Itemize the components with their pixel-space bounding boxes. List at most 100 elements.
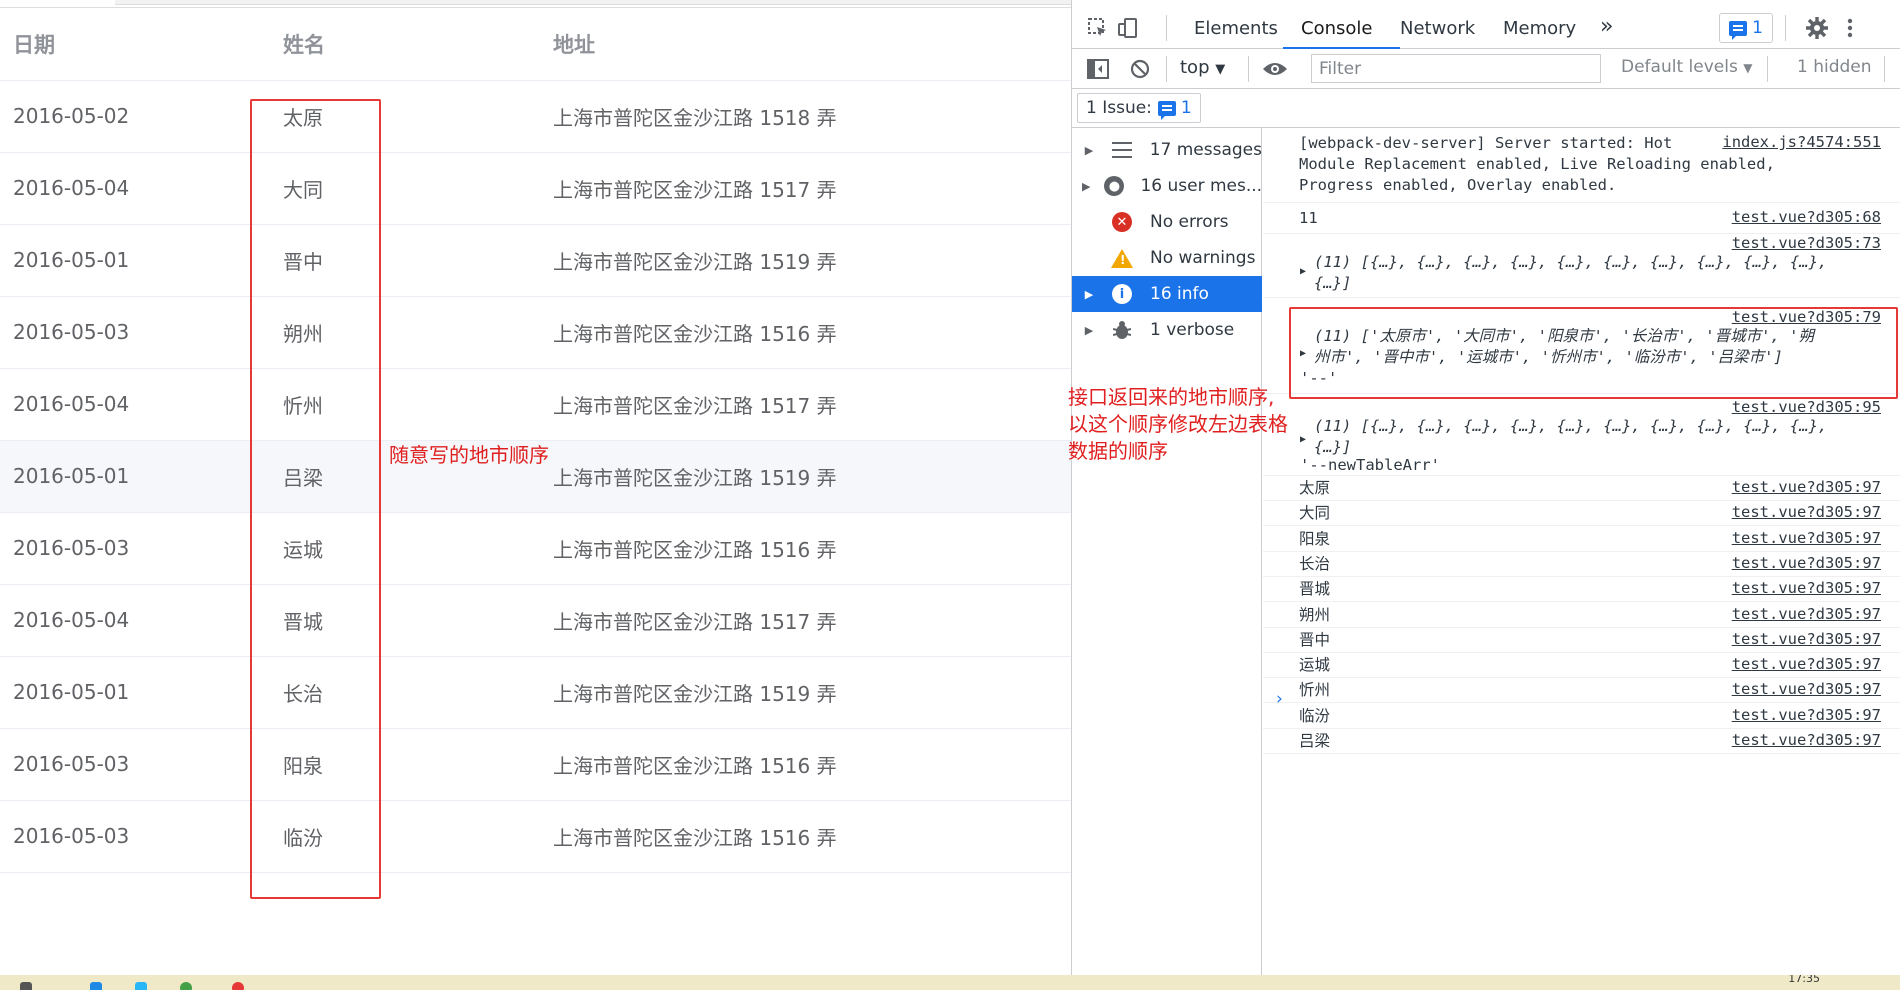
sidebar-item-label: 16 user mes...	[1140, 176, 1263, 196]
inspect-element-icon[interactable]	[1086, 16, 1110, 40]
toolbar-divider	[1166, 15, 1167, 41]
table-pane: 日期 姓名 地址 2016-05-02 太原 上海市普陀区金沙江路 1518 弄 2…	[0, 0, 1071, 975]
console-message: [webpack-dev-server] Server started: Hot…	[1263, 128, 1900, 203]
cell-address: 上海市普陀区金沙江路 1519 弄	[553, 224, 1071, 297]
source-link[interactable]: test.vue?d305:97	[1732, 630, 1881, 648]
console-sidebar: ▶ 17 messages ▶ ● 16 user mes... ✕ No er…	[1072, 128, 1262, 975]
clear-console-icon[interactable]	[1128, 57, 1152, 81]
settings-gear-icon[interactable]	[1804, 15, 1830, 41]
source-link[interactable]: test.vue?d305:95	[1732, 398, 1881, 416]
table-row[interactable]: 2016-05-01 晋中 上海市普陀区金沙江路 1519 弄	[0, 224, 1071, 297]
issues-counter-button[interactable]: 1	[1719, 13, 1773, 43]
source-link[interactable]: test.vue?d305:97	[1732, 478, 1881, 496]
source-link[interactable]: test.vue?d305:97	[1732, 605, 1881, 623]
tab-console[interactable]: Console	[1301, 18, 1372, 39]
sidebar-item-warnings[interactable]: ! No warnings	[1072, 240, 1262, 276]
sidebar-item-label: 1 verbose	[1150, 320, 1235, 340]
table-row[interactable]: 2016-05-03 运城 上海市普陀区金沙江路 1516 弄	[0, 512, 1071, 585]
source-link[interactable]: test.vue?d305:97	[1732, 579, 1881, 597]
message-text: 阳泉	[1299, 529, 1331, 548]
console-message: 朔州 test.vue?d305:97	[1263, 603, 1900, 628]
log-levels-dropdown[interactable]: Default levels ▼	[1621, 57, 1752, 77]
table-row[interactable]: 2016-05-03 朔州 上海市普陀区金沙江路 1516 弄	[0, 296, 1071, 369]
taskbar-app-icon[interactable]	[90, 982, 102, 990]
source-link[interactable]: test.vue?d305:97	[1732, 706, 1881, 724]
sidebar-item-user-messages[interactable]: ▶ ● 16 user mes...	[1072, 168, 1262, 204]
cell-date: 2016-05-02	[0, 80, 283, 153]
message-text: [webpack-dev-server] Server started: Hot…	[1299, 134, 1775, 194]
live-expression-eye-icon[interactable]	[1260, 57, 1290, 81]
message-text: 忻州	[1299, 681, 1331, 700]
expand-arrow-icon[interactable]: ▶	[1072, 180, 1090, 193]
annotation-right: 接口返回来的地市顺序, 以这个顺序修改左边表格 数据的顺序	[1068, 385, 1288, 463]
expand-arrow-icon[interactable]: ▶	[1072, 144, 1096, 157]
source-link[interactable]: test.vue?d305:97	[1732, 503, 1881, 521]
table-row[interactable]: 2016-05-02 太原 上海市普陀区金沙江路 1518 弄	[0, 80, 1071, 153]
context-selector[interactable]: top ▼	[1180, 57, 1225, 78]
source-link[interactable]: test.vue?d305:97	[1732, 554, 1881, 572]
source-link[interactable]: test.vue?d305:97	[1732, 655, 1881, 673]
issues-bar: 1 Issue: 1	[1072, 89, 1900, 128]
issue-icon	[1157, 100, 1176, 120]
sidebar-item-info[interactable]: ▶ i 16 info	[1072, 276, 1262, 312]
cell-date: 2016-05-03	[0, 728, 283, 801]
message-text: 长治	[1299, 554, 1331, 573]
source-link[interactable]: test.vue?d305:97	[1732, 529, 1881, 547]
sidebar-item-errors[interactable]: ✕ No errors	[1072, 204, 1262, 240]
tab-elements[interactable]: Elements	[1194, 18, 1278, 39]
console-filter-input[interactable]	[1311, 54, 1601, 83]
sidebar-toggle-icon[interactable]	[1086, 57, 1110, 81]
source-link[interactable]: test.vue?d305:97	[1732, 680, 1881, 698]
taskbar: 17:35	[0, 975, 1900, 990]
header-date[interactable]: 日期	[0, 8, 283, 81]
taskbar-app-icon[interactable]	[180, 982, 192, 990]
devtools-tabbar: Elements Console Network Memory » 1	[1072, 8, 1900, 49]
sidebar-item-messages[interactable]: ▶ 17 messages	[1072, 132, 1262, 168]
cell-date: 2016-05-04	[0, 152, 283, 225]
source-link[interactable]: index.js?4574:551	[1722, 133, 1881, 151]
taskbar-app-icon[interactable]	[20, 982, 32, 990]
table-row[interactable]: 2016-05-04 大同 上海市普陀区金沙江路 1517 弄	[0, 152, 1071, 225]
cell-address: 上海市普陀区金沙江路 1518 弄	[553, 80, 1071, 153]
expand-arrow-icon[interactable]: ▶	[1300, 266, 1306, 277]
taskbar-app-icon[interactable]	[135, 982, 147, 990]
expand-arrow-icon[interactable]: ▶	[1300, 434, 1306, 445]
console-message: test.vue?d305:73 ▶ (11) [{…}, {…}, {…}, …	[1263, 234, 1900, 298]
table-row[interactable]: 2016-05-03 阳泉 上海市普陀区金沙江路 1516 弄	[0, 728, 1071, 801]
bug-icon	[1113, 321, 1131, 339]
log-levels-label: Default levels	[1621, 57, 1738, 77]
header-name[interactable]: 姓名	[283, 8, 553, 81]
source-link[interactable]: test.vue?d305:73	[1732, 234, 1881, 252]
table-row[interactable]: 2016-05-01 长治 上海市普陀区金沙江路 1519 弄	[0, 656, 1071, 729]
console-toolbar: top ▼ Default levels ▼ 1 hidden	[1072, 49, 1900, 89]
taskbar-app-icon[interactable]	[232, 982, 244, 990]
table-row[interactable]: 2016-05-04 晋城 上海市普陀区金沙江路 1517 弄	[0, 584, 1071, 657]
console-message: 大同 test.vue?d305:97	[1263, 501, 1900, 527]
expand-arrow-icon[interactable]: ▶	[1072, 324, 1096, 337]
console-message: 太原 test.vue?d305:97	[1263, 476, 1900, 501]
table-row[interactable]: 2016-05-04 忻州 上海市普陀区金沙江路 1517 弄	[0, 368, 1071, 441]
dropdown-arrow-icon: ▼	[1743, 61, 1753, 75]
cell-date: 2016-05-03	[0, 296, 283, 369]
table-row[interactable]: 2016-05-03 临汾 上海市普陀区金沙江路 1516 弄	[0, 800, 1071, 873]
info-icon: i	[1112, 284, 1132, 304]
source-link[interactable]: test.vue?d305:97	[1732, 731, 1881, 749]
cell-address: 上海市普陀区金沙江路 1516 弄	[553, 800, 1071, 873]
header-address[interactable]: 地址	[553, 8, 1071, 81]
dropdown-arrow-icon: ▼	[1215, 62, 1226, 77]
expand-arrow-icon[interactable]: ▶	[1072, 288, 1096, 301]
cell-date: 2016-05-01	[0, 656, 283, 729]
console-message: 11 test.vue?d305:68	[1263, 203, 1900, 234]
tab-network[interactable]: Network	[1400, 18, 1475, 39]
sidebar-item-label: No warnings	[1150, 248, 1256, 268]
console-prompt[interactable]: ›	[1276, 689, 1283, 709]
issues-button[interactable]: 1 Issue: 1	[1077, 93, 1201, 123]
device-toolbar-icon[interactable]	[1116, 16, 1140, 40]
toolbar-divider	[1166, 56, 1167, 82]
sidebar-item-verbose[interactable]: ▶ 1 verbose	[1072, 312, 1262, 348]
more-tabs-button[interactable]: »	[1600, 14, 1613, 39]
tab-memory[interactable]: Memory	[1503, 18, 1576, 39]
source-link[interactable]: test.vue?d305:68	[1732, 208, 1881, 226]
more-options-icon[interactable]	[1842, 16, 1858, 40]
console-message: 阳泉 test.vue?d305:97	[1263, 527, 1900, 552]
